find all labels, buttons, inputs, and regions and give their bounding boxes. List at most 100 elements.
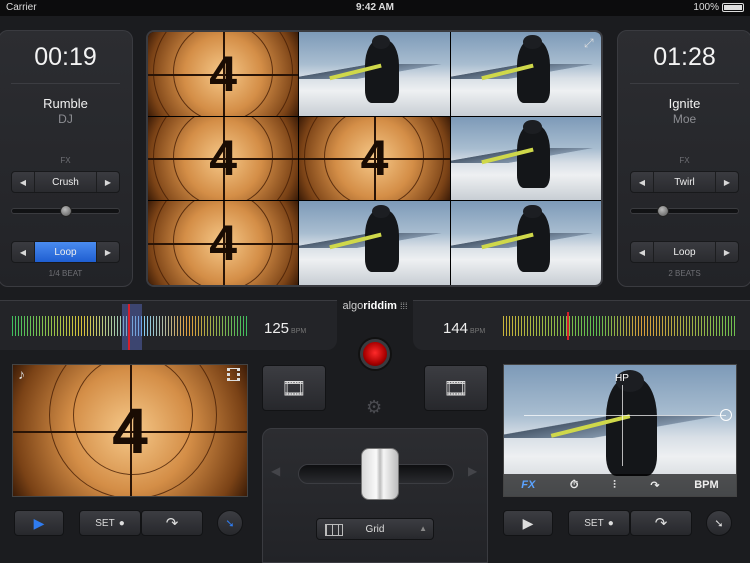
left-set-label: SET xyxy=(95,517,115,529)
right-media-library-button[interactable]: 🎞 xyxy=(424,365,488,411)
right-set-label: SET xyxy=(584,517,604,529)
right-fx-next-button[interactable]: ▶ xyxy=(716,172,738,192)
right-loop-next-button[interactable]: ▶ xyxy=(716,242,738,262)
right-fx-slider[interactable] xyxy=(630,205,739,217)
right-fx-label: FX xyxy=(679,156,690,165)
left-deck-info: 00:19 Rumble DJ FX ◀ Crush ▶ ◀ Loop ▶ 1/… xyxy=(0,30,133,287)
dot-icon: ● xyxy=(118,517,125,529)
left-sync-button[interactable]: ➘ xyxy=(217,510,243,536)
crossfader-left-arrow-icon: ◀ xyxy=(271,464,281,478)
left-playhead[interactable] xyxy=(128,304,130,350)
right-fx-selector[interactable]: ◀ Twirl ▶ xyxy=(630,171,739,193)
left-fx-label: FX xyxy=(60,156,71,165)
left-play-button[interactable]: ▶ xyxy=(14,510,64,536)
left-deck-artist: DJ xyxy=(58,112,73,126)
left-bpm-unit: BPM xyxy=(291,328,307,335)
video-cell-countdown[interactable]: 4 xyxy=(148,32,299,116)
countdown-digit: 4 xyxy=(112,394,148,467)
right-play-button[interactable]: ▶ xyxy=(503,510,553,536)
left-loop-selector[interactable]: ◀ Loop ▶ xyxy=(11,241,120,263)
right-deck-title: Ignite xyxy=(668,96,701,111)
left-cue-set-button[interactable]: SET ● xyxy=(79,510,141,536)
video-cell-countdown[interactable]: 4 xyxy=(299,116,450,201)
logo-part-algo: algo xyxy=(342,300,364,312)
right-bpm-unit: BPM xyxy=(470,328,486,335)
hp-filter-label: HP xyxy=(615,373,629,384)
right-playhead[interactable] xyxy=(567,312,569,340)
jump-icon[interactable]: ↷ xyxy=(650,479,659,492)
left-fx-value: Crush xyxy=(34,172,97,192)
battery-percent: 100% xyxy=(693,2,719,13)
battery-indicator: 100% xyxy=(693,2,744,13)
video-cell-countdown[interactable]: 4 xyxy=(148,116,299,201)
right-deck-artist: Moe xyxy=(672,112,697,126)
status-bar: Carrier 9:42 AM 100% xyxy=(0,0,750,16)
video-mix-grid[interactable]: 4 4 4 4 xyxy=(146,30,603,287)
eq-sliders-icon[interactable]: ⫶ xyxy=(613,479,616,492)
grid-layout-icon xyxy=(325,524,343,536)
logo-grid-icon: ⁞⁞⁞ xyxy=(399,301,408,311)
left-deck-title: Rumble xyxy=(43,96,88,111)
countdown-digit: 4 xyxy=(209,45,238,102)
logo-part-riddim: riddim xyxy=(363,300,397,312)
crossfader-knob[interactable] xyxy=(361,448,399,500)
video-cell-snowboard[interactable] xyxy=(450,32,601,116)
left-media-library-button[interactable]: 🎞 xyxy=(262,365,326,411)
chevron-up-icon: ▲ xyxy=(419,524,427,533)
layout-selector[interactable]: Grid ▲ xyxy=(316,518,434,540)
right-fx-slider-knob[interactable] xyxy=(657,205,670,217)
left-bpm: 125 BPM xyxy=(264,320,306,337)
right-fx-value: Twirl xyxy=(653,172,716,192)
left-loop-value[interactable]: Loop xyxy=(34,242,97,262)
bpm-tab[interactable]: BPM xyxy=(694,479,718,491)
right-video-preview[interactable]: HP FX ⏱ ⫶ ↷ BPM xyxy=(503,364,737,497)
right-waveform[interactable] xyxy=(503,316,735,336)
left-loop-length: 1/4 BEAT xyxy=(48,269,83,278)
video-cell-snowboard[interactable] xyxy=(450,201,601,285)
left-fx-slider[interactable] xyxy=(11,205,120,217)
countdown-digit: 4 xyxy=(209,215,238,272)
status-time: 9:42 AM xyxy=(356,2,394,13)
left-video-preview[interactable]: 4 xyxy=(12,364,248,497)
countdown-frame: 4 xyxy=(13,365,247,496)
left-fx-selector[interactable]: ◀ Crush ▶ xyxy=(11,171,120,193)
right-loop-prev-button[interactable]: ◀ xyxy=(631,242,653,262)
left-loop-next-button[interactable]: ▶ xyxy=(97,242,119,262)
divider xyxy=(630,83,739,84)
left-bpm-value: 125 xyxy=(264,320,290,337)
divider xyxy=(11,83,120,84)
video-cell-snowboard[interactable] xyxy=(299,32,450,116)
countdown-digit: 4 xyxy=(209,130,238,187)
right-fx-prev-button[interactable]: ◀ xyxy=(631,172,653,192)
fx-toolbar: FX ⏱ ⫶ ↷ BPM xyxy=(504,474,736,496)
left-fx-slider-knob[interactable] xyxy=(59,205,72,217)
right-loop-selector[interactable]: ◀ Loop ▶ xyxy=(630,241,739,263)
right-sync-button[interactable]: ➘ xyxy=(706,510,732,536)
left-fx-next-button[interactable]: ▶ xyxy=(97,172,119,192)
settings-gear-icon[interactable]: ⚙ xyxy=(366,397,382,418)
xy-target-icon xyxy=(720,409,732,421)
film-icon xyxy=(227,368,240,381)
right-jump-button[interactable]: ↷ xyxy=(630,510,692,536)
video-cell-snowboard[interactable] xyxy=(299,201,450,285)
crossfader-right-arrow-icon: ▶ xyxy=(468,464,478,478)
expand-icon[interactable]: ⤢ xyxy=(584,36,594,51)
brand-logo: algoriddim ⁞⁞⁞ xyxy=(337,300,413,318)
timer-icon[interactable]: ⏱ xyxy=(570,479,579,492)
right-loop-value[interactable]: Loop xyxy=(653,242,716,262)
right-cue-set-button[interactable]: SET ● xyxy=(568,510,630,536)
video-cell-snowboard[interactable] xyxy=(450,116,601,201)
right-bpm-value: 144 xyxy=(443,320,469,337)
record-button[interactable] xyxy=(360,339,390,369)
left-deck-time: 00:19 xyxy=(34,43,97,71)
left-fx-prev-button[interactable]: ◀ xyxy=(12,172,34,192)
layout-selector-label: Grid xyxy=(365,523,385,535)
dot-icon: ● xyxy=(607,517,614,529)
video-cell-countdown[interactable]: 4 xyxy=(148,201,299,285)
left-loop-prev-button[interactable]: ◀ xyxy=(12,242,34,262)
battery-icon xyxy=(722,3,744,12)
right-deck-time: 01:28 xyxy=(653,43,716,71)
left-jump-button[interactable]: ↷ xyxy=(141,510,203,536)
fx-tab[interactable]: FX xyxy=(521,479,535,491)
music-note-icon: ♪ xyxy=(18,366,25,382)
